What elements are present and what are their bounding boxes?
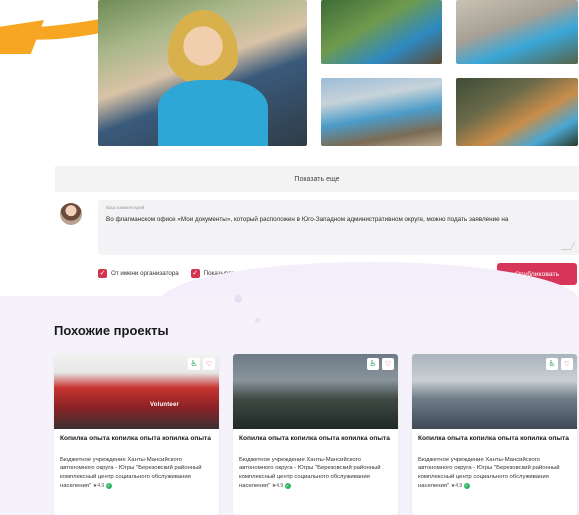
project-card[interactable]: Volunteer ♿ ♡ Копилка опыта копилка опыт…: [54, 354, 219, 515]
card-body: Копилка опыта копилка опыта копилка опыт…: [233, 429, 398, 497]
project-card-image[interactable]: ♿ ♡: [412, 354, 577, 429]
section-title: Похожие проекты: [54, 323, 169, 338]
comment-field[interactable]: Ваш комментарий Во флагманском офисе «Мо…: [98, 200, 579, 255]
heart-icon[interactable]: ♡: [382, 358, 394, 370]
card-description: Бюджетное учреждение Ханты-Мансийского а…: [60, 456, 213, 491]
check-circle-icon: ✓: [284, 482, 291, 489]
card-description: Бюджетное учреждение Ханты-Мансийского а…: [239, 456, 392, 491]
check-circle-icon: ✓: [463, 482, 470, 489]
card-badges: ♿ ♡: [185, 358, 215, 370]
checkbox-checked-icon[interactable]: ✓: [190, 268, 200, 278]
gallery-photo[interactable]: [321, 78, 442, 146]
show-more-button[interactable]: Показать еще: [55, 166, 579, 192]
rating-value: 4.9: [455, 483, 463, 490]
wheelchair-icon: ♿: [546, 358, 558, 370]
gallery-photo-main[interactable]: [98, 0, 307, 146]
card-body: Копилка опыта копилка опыта копилка опыт…: [412, 429, 577, 497]
card-body: Копилка опыта копилка опыта копилка опыт…: [54, 429, 219, 497]
card-title[interactable]: Копилка опыта копилка опыта копилка опыт…: [239, 435, 392, 444]
rating-value: 4.9: [97, 483, 105, 490]
card-title[interactable]: Копилка опыта копилка опыта копилка опыт…: [418, 435, 571, 444]
checkbox-checked-icon[interactable]: ✓: [98, 268, 107, 278]
card-rating: ★4.9 ✓: [93, 482, 112, 490]
card-image-caption: Volunteer: [150, 402, 180, 408]
project-card[interactable]: ♿ ♡ Копилка опыта копилка опыта копилка …: [233, 354, 398, 515]
wheelchair-icon: ♿: [367, 358, 379, 370]
card-badges: ♿ ♡: [543, 358, 573, 370]
decorative-dot: [255, 318, 260, 323]
project-card-image[interactable]: ♿ ♡: [233, 354, 398, 429]
card-rating: ★4.9 ✓: [451, 482, 470, 490]
card-description-text: Бюджетное учреждение Ханты-Мансийского а…: [60, 456, 202, 490]
project-card[interactable]: ♿ ♡ Копилка опыта копилка опыта копилка …: [412, 354, 577, 515]
heart-icon[interactable]: ♡: [203, 358, 215, 370]
comment-field-label: Ваш комментарий: [106, 205, 145, 210]
gallery-photo[interactable]: [321, 0, 442, 64]
project-card-image[interactable]: Volunteer ♿ ♡: [54, 354, 219, 429]
decorative-dot: [234, 295, 242, 303]
check-circle-icon: ✓: [105, 482, 112, 489]
card-description-text: Бюджетное учреждение Ханты-Мансийского а…: [418, 456, 560, 490]
card-title[interactable]: Копилка опыта копилка опыта копилка опыт…: [60, 435, 213, 444]
card-description: Бюджетное учреждение Ханты-Мансийского а…: [418, 456, 571, 491]
photo-gallery: [98, 0, 578, 146]
card-badges: ♿ ♡: [364, 358, 394, 370]
card-description-text: Бюджетное учреждение Ханты-Мансийского а…: [239, 456, 381, 490]
card-rating: ★4.9 ✓: [272, 482, 291, 490]
show-more-label: Показать еще: [294, 175, 340, 183]
avatar: [60, 203, 82, 225]
heart-icon[interactable]: ♡: [561, 358, 573, 370]
resize-handle-icon[interactable]: [560, 242, 576, 250]
wheelchair-icon: ♿: [188, 358, 200, 370]
rating-value: 4.9: [276, 483, 284, 490]
as-organizer-checkbox[interactable]: ✓ От имени организатора: [98, 268, 179, 278]
gallery-photo[interactable]: [456, 78, 578, 146]
gallery-photo[interactable]: [456, 0, 578, 64]
as-organizer-label: От имени организатора: [111, 269, 179, 277]
comment-text[interactable]: Во флагманском офисе «Мои документы», ко…: [106, 216, 571, 223]
